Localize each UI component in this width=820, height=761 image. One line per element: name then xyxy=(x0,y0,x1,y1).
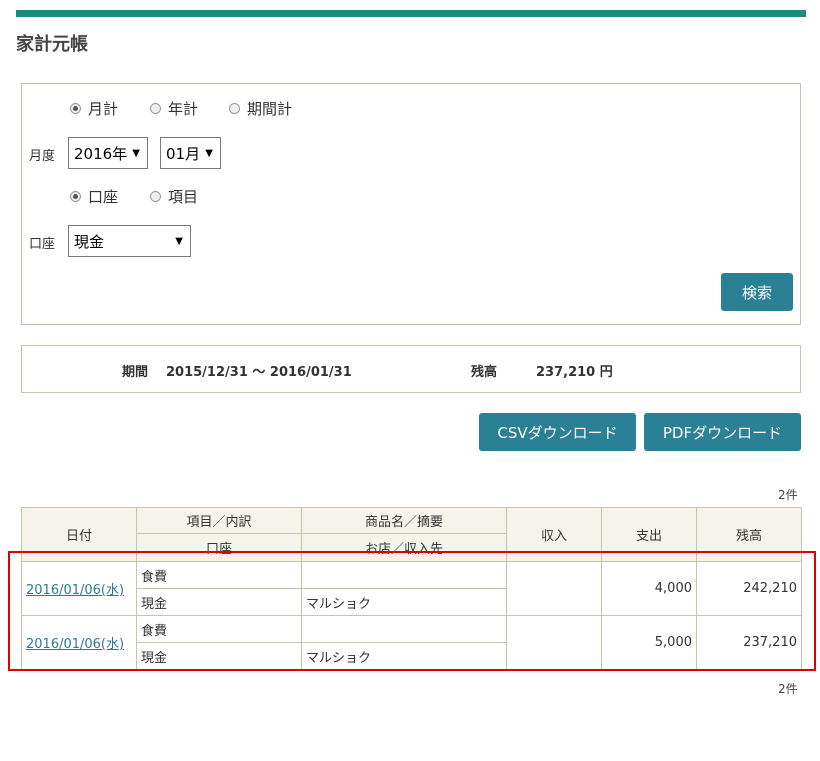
balance-value: 237,210 円 xyxy=(536,365,613,380)
period-value: 2015/12/31 ～ 2016/01/31 xyxy=(166,365,352,380)
header-product: 商品名／摘要 xyxy=(301,507,507,534)
balance-label: 残高 xyxy=(471,365,498,380)
radio-monthly-label: 月計 xyxy=(88,100,119,118)
expense-cell: 4,000 xyxy=(601,561,697,616)
search-panel: 月計 年計 期間計 月度 2016年 ▼ 01月 ▼ 口座 項目 口座 現金 ▼… xyxy=(21,83,801,325)
radio-account-label: 口座 xyxy=(88,188,119,206)
radio-account[interactable]: 口座 xyxy=(70,186,118,207)
account-select-value: 現金 xyxy=(74,232,105,251)
dropdown-arrow-icon: ▼ xyxy=(132,147,140,159)
header-item: 項目／内訳 xyxy=(136,507,302,534)
table-row: 2016/01/06(水) 食費 4,000 242,210 xyxy=(21,561,802,616)
summary-panel: 期間 2015/12/31 ～ 2016/01/31 残高 237,210 円 xyxy=(21,345,801,393)
expense-cell: 5,000 xyxy=(601,615,697,670)
year-select[interactable]: 2016年 ▼ xyxy=(68,137,148,169)
shop-cell: マルショク xyxy=(301,588,507,616)
item-cell: 食費 xyxy=(136,615,302,643)
item-cell: 食費 xyxy=(136,561,302,589)
income-cell xyxy=(506,561,602,616)
ledger-table: 日付 項目／内訳 商品名／摘要 収入 支出 残高 口座 お店／収入先 2016/… xyxy=(21,507,802,670)
radio-checked-icon xyxy=(70,103,81,114)
result-count-bottom: 2件 xyxy=(778,682,798,696)
radio-period[interactable]: 期間計 xyxy=(229,98,292,119)
header-expense: 支出 xyxy=(601,507,697,562)
account-label: 口座 xyxy=(29,237,56,252)
date-link[interactable]: 2016/01/06(水) xyxy=(26,637,124,652)
header-shop: お店／収入先 xyxy=(301,533,507,562)
pdf-download-button[interactable]: PDFダウンロード xyxy=(644,413,801,451)
year-select-value: 2016年 xyxy=(74,144,128,163)
shop-cell: マルショク xyxy=(301,642,507,670)
radio-yearly[interactable]: 年計 xyxy=(150,98,198,119)
month-select[interactable]: 01月 ▼ xyxy=(160,137,221,169)
radio-monthly[interactable]: 月計 xyxy=(70,98,118,119)
top-accent-bar xyxy=(16,10,806,17)
page-title: 家計元帳 xyxy=(16,34,88,55)
radio-checked-icon xyxy=(70,191,81,202)
radio-unchecked-icon xyxy=(150,103,161,114)
radio-unchecked-icon xyxy=(229,103,240,114)
month-label: 月度 xyxy=(29,149,56,164)
period-label: 期間 xyxy=(122,365,149,380)
balance-cell: 237,210 xyxy=(696,615,802,670)
table-row: 2016/01/06(水) 食費 5,000 237,210 xyxy=(21,615,802,670)
date-cell: 2016/01/06(水) xyxy=(21,615,137,670)
date-link[interactable]: 2016/01/06(水) xyxy=(26,583,124,598)
csv-download-button[interactable]: CSVダウンロード xyxy=(479,413,636,451)
dropdown-arrow-icon: ▼ xyxy=(205,147,213,159)
radio-unchecked-icon xyxy=(150,191,161,202)
month-select-value: 01月 xyxy=(166,144,201,163)
account-cell: 現金 xyxy=(136,642,302,670)
product-cell xyxy=(301,615,507,643)
account-cell: 現金 xyxy=(136,588,302,616)
result-count-top: 2件 xyxy=(778,488,798,502)
account-select[interactable]: 現金 ▼ xyxy=(68,225,191,257)
header-income: 収入 xyxy=(506,507,602,562)
dropdown-arrow-icon: ▼ xyxy=(175,235,183,247)
product-cell xyxy=(301,561,507,589)
radio-item-label: 項目 xyxy=(168,188,199,206)
income-cell xyxy=(506,615,602,670)
header-date: 日付 xyxy=(21,507,137,562)
radio-yearly-label: 年計 xyxy=(168,100,199,118)
header-account: 口座 xyxy=(136,533,302,562)
header-balance: 残高 xyxy=(696,507,802,562)
search-button[interactable]: 検索 xyxy=(721,273,793,311)
radio-period-label: 期間計 xyxy=(247,100,293,118)
date-cell: 2016/01/06(水) xyxy=(21,561,137,616)
balance-cell: 242,210 xyxy=(696,561,802,616)
radio-item[interactable]: 項目 xyxy=(150,186,198,207)
